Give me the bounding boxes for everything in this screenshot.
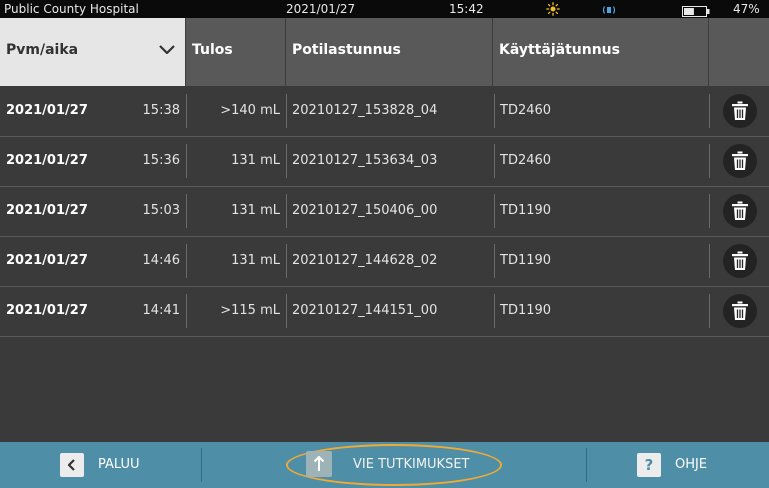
status-date: 2021/01/27 — [286, 2, 356, 16]
divider — [201, 448, 202, 482]
row-patient-id: 20210127_144151_00 — [292, 303, 438, 318]
table-row[interactable]: 2021/01/27 15:36 131 mL 20210127_153634_03 T… — [0, 136, 769, 187]
export-studies-button[interactable]: VIE TUTKIMUKSET — [286, 444, 502, 486]
row-date: 2021/01/27 — [6, 203, 88, 218]
row-result: 131 mL — [231, 253, 280, 268]
battery-icon — [682, 4, 710, 17]
divider — [494, 294, 495, 328]
row-patient-id: 20210127_144628_02 — [292, 253, 438, 268]
sort-label: Pvm/aika — [6, 42, 79, 58]
export-label: VIE TUTKIMUKSET — [353, 457, 470, 472]
table-row[interactable]: 2021/01/27 14:41 >115 mL 20210127_144151_00… — [0, 286, 769, 337]
table-row[interactable]: 2021/01/27 14:46 131 mL 20210127_144628_02 T… — [0, 236, 769, 287]
app-window: Public County Hospital 2021/01/27 15:42 — [0, 0, 769, 488]
help-label: OHJE — [675, 457, 708, 472]
row-time: 15:03 — [142, 203, 180, 218]
delete-button[interactable] — [723, 144, 757, 178]
divider — [286, 94, 287, 128]
row-time: 14:46 — [142, 253, 180, 268]
row-date: 2021/01/27 — [6, 253, 88, 268]
row-user-id: TD1190 — [500, 303, 552, 318]
column-header-delete — [709, 18, 769, 86]
chevron-left-icon — [60, 453, 84, 477]
row-time: 15:38 — [142, 103, 180, 118]
row-result: >115 mL — [220, 303, 280, 318]
divider — [586, 448, 587, 482]
hospital-name: Public County Hospital — [4, 2, 139, 16]
column-header-result: Tulos — [186, 18, 286, 86]
row-result: 131 mL — [231, 153, 280, 168]
help-button[interactable]: ? OHJE — [637, 450, 757, 480]
row-patient-id: 20210127_153828_04 — [292, 103, 438, 118]
divider — [494, 94, 495, 128]
row-patient-id: 20210127_150406_00 — [292, 203, 438, 218]
delete-button[interactable] — [723, 294, 757, 328]
delete-button[interactable] — [723, 94, 757, 128]
back-label: PALUU — [98, 457, 140, 472]
chevron-down-icon — [158, 44, 176, 56]
divider — [709, 94, 710, 128]
battery-percent: 47% — [733, 2, 760, 16]
row-user-id: TD2460 — [500, 103, 552, 118]
upload-arrow-icon — [306, 451, 332, 477]
table-row[interactable]: 2021/01/27 15:03 131 mL 20210127_150406_00 T… — [0, 186, 769, 237]
column-header-user: Käyttäjätunnus — [493, 18, 709, 86]
table-header: Pvm/aika Tulos Potilastunnus Käyttäjätun… — [0, 18, 769, 86]
row-time: 14:41 — [142, 303, 180, 318]
question-mark-icon: ? — [637, 453, 661, 477]
divider — [494, 194, 495, 228]
divider — [494, 144, 495, 178]
delete-button[interactable] — [723, 194, 757, 228]
divider — [286, 144, 287, 178]
divider — [286, 294, 287, 328]
divider — [709, 194, 710, 228]
sort-dropdown[interactable]: Pvm/aika — [0, 18, 186, 86]
back-button[interactable]: PALUU — [60, 450, 180, 480]
row-user-id: TD1190 — [500, 203, 552, 218]
row-patient-id: 20210127_153634_03 — [292, 153, 438, 168]
divider — [709, 294, 710, 328]
divider — [709, 144, 710, 178]
column-header-patient: Potilastunnus — [286, 18, 493, 86]
row-time: 15:36 — [142, 153, 180, 168]
table-row[interactable]: 2021/01/27 15:38 >140 mL 20210127_153828_04… — [0, 86, 769, 137]
divider — [286, 194, 287, 228]
volume-icon — [601, 3, 617, 15]
row-user-id: TD1190 — [500, 253, 552, 268]
column-label-result: Tulos — [192, 42, 233, 58]
row-date: 2021/01/27 — [6, 303, 88, 318]
divider — [709, 244, 710, 278]
status-bar: Public County Hospital 2021/01/27 15:42 — [0, 0, 769, 18]
column-label-user: Käyttäjätunnus — [499, 42, 620, 58]
row-result: 131 mL — [231, 203, 280, 218]
delete-button[interactable] — [723, 244, 757, 278]
divider — [494, 244, 495, 278]
sun-icon — [546, 2, 560, 16]
row-date: 2021/01/27 — [6, 153, 88, 168]
status-time: 15:42 — [449, 2, 484, 16]
column-label-patient: Potilastunnus — [292, 42, 401, 58]
row-result: >140 mL — [220, 103, 280, 118]
divider — [286, 244, 287, 278]
row-user-id: TD2460 — [500, 153, 552, 168]
bottom-bar: PALUU VIE TUTKIMUKSET ? OHJE — [0, 442, 769, 488]
row-date: 2021/01/27 — [6, 103, 88, 118]
